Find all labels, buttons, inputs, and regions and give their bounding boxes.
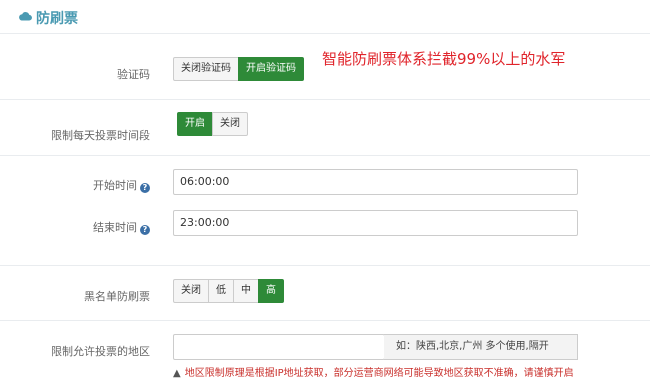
daily-limit-label: 限制每天投票时间段	[51, 129, 150, 142]
help-icon[interactable]: ?	[140, 183, 150, 193]
cloud-icon	[18, 11, 32, 24]
captcha-toggle: 关闭验证码 开启验证码	[173, 57, 304, 81]
blacklist-low-button[interactable]: 低	[208, 279, 234, 303]
end-time-input[interactable]: 23:00:00	[173, 210, 578, 236]
daily-limit-on-button[interactable]: 开启	[177, 112, 213, 136]
region-input-hint: 如：陕西,北京,广州 多个使用,隔开	[384, 334, 578, 360]
daily-limit-toggle: 开启 关闭	[177, 112, 248, 136]
warning-icon: ▲	[173, 368, 181, 379]
end-time-label-text: 结束时间	[93, 221, 137, 234]
blacklist-off-button[interactable]: 关闭	[173, 279, 209, 303]
captcha-label: 验证码	[117, 68, 150, 81]
divider	[0, 320, 650, 321]
divider	[0, 99, 650, 100]
blacklist-level-toggle: 关闭 低 中 高	[173, 279, 284, 303]
start-time-input[interactable]: 06:00:00	[173, 169, 578, 195]
end-time-label: 结束时间?	[0, 219, 150, 235]
divider	[0, 265, 650, 266]
blacklist-high-button[interactable]: 高	[258, 279, 284, 303]
blacklist-medium-button[interactable]: 中	[233, 279, 259, 303]
captcha-on-button[interactable]: 开启验证码	[238, 57, 304, 81]
divider	[0, 155, 650, 156]
promo-annotation: 智能防刷票体系拦截99%以上的水军	[322, 50, 566, 68]
region-label: 限制允许投票的地区	[51, 345, 150, 358]
section-header: 防刷票	[0, 0, 650, 34]
region-warning: ▲ 地区限制原理是根据IP地址获取，部分运营商网络可能导致地区获取不准确，请谨慎开…	[173, 364, 574, 379]
section-title: 防刷票	[36, 11, 78, 27]
region-warning-text: 地区限制原理是根据IP地址获取，部分运营商网络可能导致地区获取不准确，请谨慎开启	[184, 368, 574, 379]
start-time-label: 开始时间?	[0, 177, 150, 193]
captcha-off-button[interactable]: 关闭验证码	[173, 57, 239, 81]
blacklist-label: 黑名单防刷票	[84, 290, 150, 303]
region-input[interactable]	[173, 334, 385, 360]
help-icon[interactable]: ?	[140, 225, 150, 235]
start-time-label-text: 开始时间	[93, 179, 137, 192]
daily-limit-off-button[interactable]: 关闭	[212, 112, 248, 136]
